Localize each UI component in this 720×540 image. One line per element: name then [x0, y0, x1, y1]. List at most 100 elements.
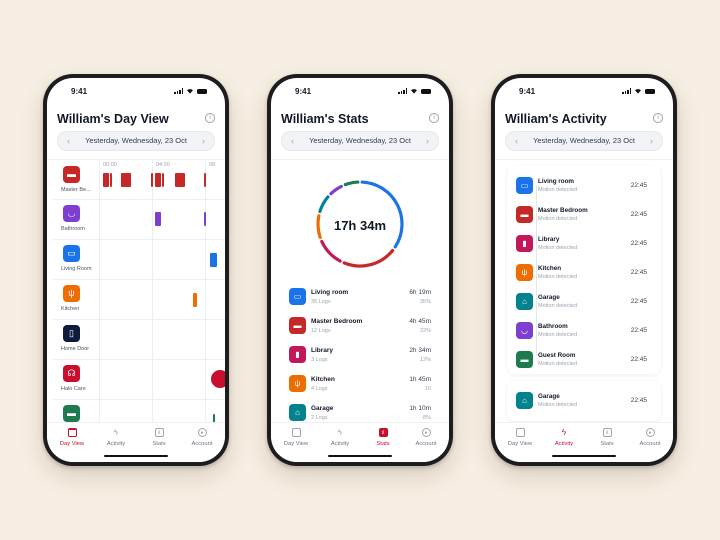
- tab-account[interactable]: ● Account: [181, 428, 223, 447]
- stats-icon: ıl: [602, 428, 612, 437]
- wifi-icon: [411, 89, 417, 94]
- sofa-icon: ▭: [516, 177, 533, 194]
- tab-bar: Day View ϟ Activity ıl Stats ● Account: [495, 422, 673, 462]
- alert-marker[interactable]: [211, 370, 225, 388]
- activity-item[interactable]: ▬ Guest Room Motion detected 22:45: [507, 348, 661, 377]
- activity-item[interactable]: ▮ Library Motion detected 22:45: [507, 232, 661, 261]
- activity-bar[interactable]: [155, 212, 161, 226]
- bed-icon: ▬: [63, 405, 80, 422]
- tab-activity[interactable]: ϟ Activity: [543, 428, 585, 447]
- timeline-row[interactable]: ◡ Bathroom: [53, 200, 225, 240]
- activity-item[interactable]: ⌂ Garage Motion detected 22:45: [507, 290, 661, 319]
- activity-bar[interactable]: [151, 173, 153, 187]
- tab-bar: Day View ϟ Activity ıl Stats ● Account: [47, 422, 225, 462]
- bed-icon: ▬: [516, 206, 533, 223]
- tab-stats[interactable]: ıl Stats: [586, 428, 628, 447]
- tab-day-view[interactable]: Day View: [51, 428, 93, 447]
- day-timeline: 00:00 04:00 08: ▬ Master Be... ◡ Bathroo…: [53, 160, 225, 430]
- room-label: Home Door: [61, 346, 90, 352]
- bed-icon: ▬: [516, 351, 533, 368]
- activity-item[interactable]: ◡ Bathroom Motion detected 22:45: [507, 319, 661, 348]
- info-icon[interactable]: i: [429, 113, 439, 123]
- utensils-icon: ψ: [516, 264, 533, 281]
- door-icon: ▯: [63, 325, 80, 342]
- donut-segment: [320, 239, 342, 263]
- info-icon[interactable]: i: [205, 113, 215, 123]
- timeline-row[interactable]: ▭ Living Room: [53, 240, 225, 280]
- lightning-icon: ϟ: [561, 428, 567, 437]
- status-bar: 9:41: [495, 87, 673, 99]
- activity-item[interactable]: ▬ Master Bedroom Motion detected 22:45: [507, 203, 661, 232]
- sofa-icon: ▭: [289, 288, 306, 305]
- activity-bar[interactable]: [204, 212, 206, 226]
- activity-bar[interactable]: [193, 293, 197, 307]
- lightning-icon: ϟ: [337, 428, 343, 437]
- bathtub-icon: ◡: [63, 205, 80, 222]
- stat-row[interactable]: ▭ Living room 35 Logs 6h 19m 35%: [283, 284, 437, 313]
- activity-bar[interactable]: [155, 173, 161, 187]
- status-bar: 9:41: [271, 87, 449, 99]
- timeline-row[interactable]: ▬ Master Be...: [53, 160, 225, 200]
- activity-item[interactable]: ψ Kitchen Motion detected 22:45: [507, 261, 661, 290]
- activity-bar[interactable]: [121, 173, 131, 187]
- tab-account[interactable]: ● Account: [629, 428, 671, 447]
- timeline-row[interactable]: ▯ Home Door: [53, 320, 225, 360]
- timeline-row[interactable]: ☊ Halo Care: [53, 360, 225, 400]
- calendar-icon: [515, 428, 525, 437]
- bathtub-icon: ◡: [516, 322, 533, 339]
- activity-bar[interactable]: [110, 173, 112, 187]
- bed-icon: ▬: [289, 317, 306, 334]
- activity-bar[interactable]: [210, 253, 217, 267]
- date-label: Yesterday, Wednesday, 23 Oct: [85, 136, 187, 145]
- chevron-right-icon[interactable]: ›: [426, 132, 429, 150]
- tab-day-view[interactable]: Day View: [499, 428, 541, 447]
- tab-stats[interactable]: ıl Stats: [362, 428, 404, 447]
- activity-screen: 9:41 William's Activity i ‹ Yesterday, W…: [495, 78, 673, 462]
- chevron-left-icon[interactable]: ‹: [67, 132, 70, 150]
- tab-activity[interactable]: ϟ Activity: [95, 428, 137, 447]
- chevron-right-icon[interactable]: ›: [650, 132, 653, 150]
- activity-bar[interactable]: [103, 173, 109, 187]
- garage-icon: ⌂: [516, 293, 533, 310]
- stat-row[interactable]: ▮ Library 3 Logs 2h 34m 12%: [283, 342, 437, 371]
- tab-account[interactable]: ● Account: [405, 428, 447, 447]
- donut-segment: [360, 180, 404, 249]
- activity-bar[interactable]: [204, 173, 206, 187]
- divider: [271, 159, 449, 160]
- tab-day-view[interactable]: Day View: [275, 428, 317, 447]
- phone-activity: 9:41 William's Activity i ‹ Yesterday, W…: [491, 74, 677, 466]
- stat-row[interactable]: ψ Kitchen 4 Logs 1h 45m 10: [283, 371, 437, 400]
- stat-row[interactable]: ▬ Master Bedroom 12 Logs 4h 45m 22%: [283, 313, 437, 342]
- day-view-screen: 9:41 William's Day View i ‹ Yesterday, W…: [47, 78, 225, 462]
- activity-item[interactable]: ▭ Living room Motion detected 22:45: [507, 174, 661, 203]
- room-stats-list: ▭ Living room 35 Logs 6h 19m 35% ▬ Maste…: [283, 284, 437, 429]
- info-icon[interactable]: i: [653, 113, 663, 123]
- garage-icon: ⌂: [289, 404, 306, 421]
- tab-activity[interactable]: ϟ Activity: [319, 428, 361, 447]
- time-donut-chart: 17h 34m: [271, 178, 449, 278]
- room-label: Bathroom: [61, 226, 85, 232]
- calendar-icon: [67, 428, 77, 437]
- room-label: Halo Care: [61, 386, 86, 392]
- activity-bar[interactable]: [175, 173, 185, 187]
- garage-icon: ⌂: [516, 392, 533, 409]
- bookmark-icon: ▮: [516, 235, 533, 252]
- stats-screen: 9:41 William's Stats i ‹ Yesterday, Wedn…: [271, 78, 449, 462]
- home-indicator: [328, 454, 392, 457]
- chevron-left-icon[interactable]: ‹: [515, 132, 518, 150]
- headset-icon: ☊: [63, 365, 80, 382]
- chevron-left-icon[interactable]: ‹: [291, 132, 294, 150]
- timeline-row[interactable]: ψ Kitchen: [53, 280, 225, 320]
- activity-item[interactable]: ⌂ Garage Motion detected 22:45: [507, 389, 661, 418]
- account-icon: ●: [645, 428, 655, 437]
- tab-stats[interactable]: ıl Stats: [138, 428, 180, 447]
- utensils-icon: ψ: [289, 375, 306, 392]
- page-title: William's Day View: [57, 112, 169, 126]
- wifi-icon: [635, 89, 641, 94]
- donut-segment: [318, 195, 330, 214]
- calendar-icon: [291, 428, 301, 437]
- phone-stats: 9:41 William's Stats i ‹ Yesterday, Wedn…: [267, 74, 453, 466]
- chevron-right-icon[interactable]: ›: [202, 132, 205, 150]
- activity-bar[interactable]: [162, 173, 164, 187]
- page-title: William's Stats: [281, 112, 369, 126]
